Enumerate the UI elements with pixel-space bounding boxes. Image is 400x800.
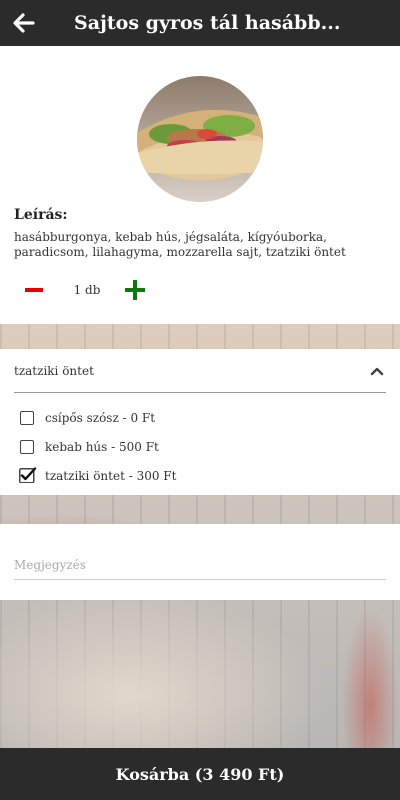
extra-option-kebab-meat[interactable]: kebab hús - 500 Ft	[20, 432, 176, 461]
increase-quantity-button[interactable]	[120, 276, 150, 304]
page-title: Sajtos gyros tál hasább...	[74, 12, 341, 34]
extras-dropdown-header[interactable]: tzatziki öntet	[14, 349, 386, 393]
checkbox[interactable]	[20, 439, 34, 454]
extras-card: tzatziki öntet csípős szósz - 0 Ft kebab…	[0, 349, 400, 495]
checkmark-icon	[19, 466, 37, 483]
add-to-cart-button[interactable]: Kosárba (3 490 Ft)	[0, 748, 400, 800]
extra-option-label: csípős szósz - 0 Ft	[45, 410, 156, 425]
arrow-left-icon	[13, 13, 35, 33]
description-text: hasábburgonya, kebab hús, jégsaláta, kíg…	[14, 230, 346, 259]
note-card	[0, 524, 400, 600]
extra-option-spicy-sauce[interactable]: csípős szósz - 0 Ft	[20, 403, 176, 432]
back-button[interactable]	[0, 0, 48, 46]
decrease-quantity-button[interactable]	[14, 276, 54, 304]
extra-option-label: tzatziki öntet - 300 Ft	[45, 468, 177, 483]
checkbox[interactable]	[20, 410, 34, 425]
extra-option-tzatziki[interactable]: tzatziki öntet - 300 Ft	[19, 461, 177, 490]
quantity-value: 1 db	[73, 283, 101, 297]
extra-option-label: kebab hús - 500 Ft	[45, 439, 159, 454]
product-card: Leírás: hasábburgonya, kebab hús, jégsal…	[0, 46, 400, 324]
product-image	[137, 76, 263, 202]
chevron-up-icon	[368, 362, 386, 380]
minus-icon	[25, 288, 43, 292]
checkbox-checked[interactable]	[19, 466, 37, 483]
note-input[interactable]	[14, 550, 386, 580]
quantity-stepper: 1 db	[14, 276, 150, 304]
top-bar: Sajtos gyros tál hasább...	[0, 0, 400, 46]
extras-list: csípős szósz - 0 Ft kebab hús - 500 Ft t…	[19, 403, 177, 490]
extras-selected-label: tzatziki öntet	[14, 363, 94, 378]
description-label: Leírás:	[14, 207, 68, 223]
